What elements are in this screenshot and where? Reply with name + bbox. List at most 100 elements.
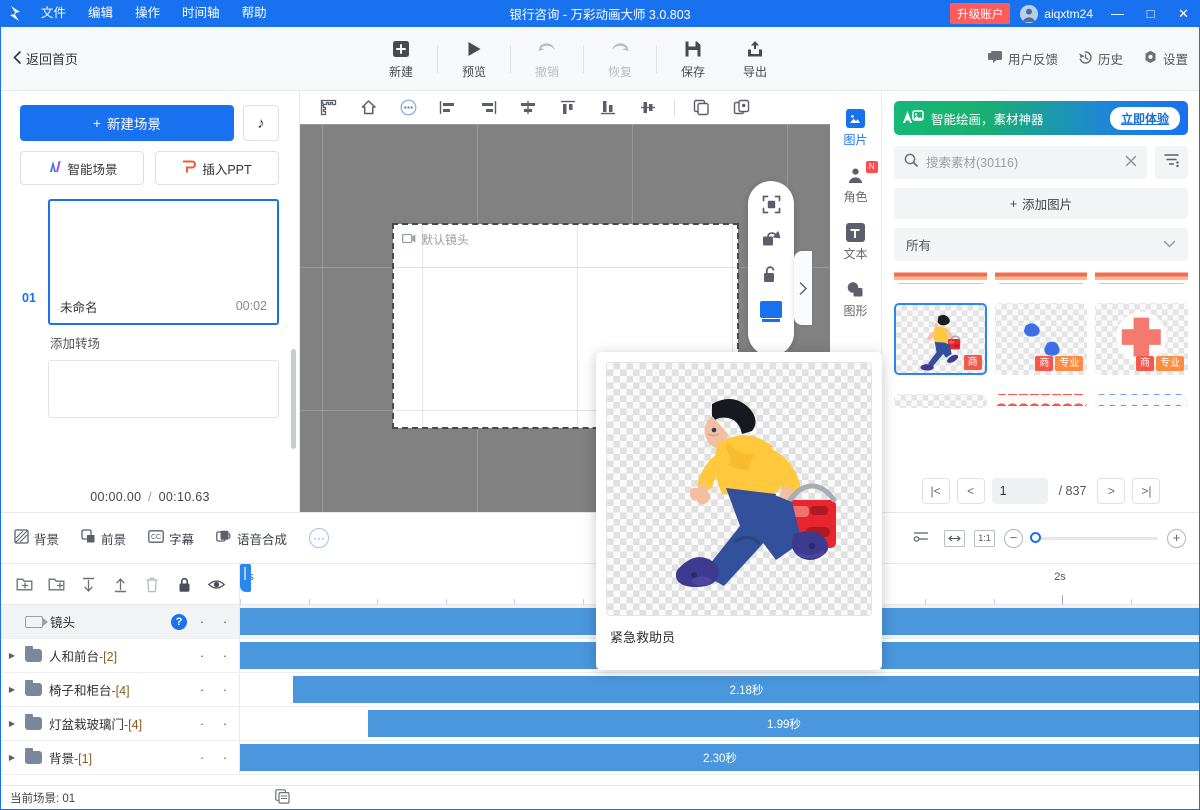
zoom-slider[interactable]: [1032, 537, 1158, 540]
align-left-icon[interactable]: [428, 94, 468, 122]
track-keyframe-dot[interactable]: ·: [194, 751, 210, 764]
subtitle-button[interactable]: CC 字幕: [148, 529, 194, 548]
undo-button[interactable]: 撤销: [516, 31, 578, 87]
asset-cell[interactable]: [1095, 394, 1188, 408]
color-swatch[interactable]: [760, 301, 782, 318]
close-button[interactable]: ✕: [1167, 0, 1200, 27]
add-image-button[interactable]: + 添加图片: [894, 188, 1188, 219]
keyframe-icon[interactable]: [912, 527, 930, 550]
track-row[interactable]: ▶椅子和柜台-[4]··2.18秒: [0, 673, 1200, 707]
tab-role[interactable]: N 角色: [843, 166, 867, 205]
panel-collapse-button[interactable]: [794, 251, 812, 325]
track-keyframe-dot[interactable]: ·: [194, 649, 210, 662]
scene-thumbnail-next[interactable]: [48, 360, 279, 418]
scene-list-scrollbar[interactable]: [291, 349, 296, 449]
track-row[interactable]: ▶背景-[1]··2.30秒: [0, 741, 1200, 775]
menu-operate[interactable]: 操作: [124, 0, 171, 27]
track-lane[interactable]: 2.18秒: [240, 673, 1200, 706]
user-feedback-button[interactable]: 用户反馈: [987, 49, 1058, 68]
ratio-1-1-button[interactable]: 1:1: [974, 530, 995, 547]
page-input[interactable]: 1: [992, 478, 1048, 504]
track-lane[interactable]: 1.99秒: [240, 707, 1200, 740]
tab-text[interactable]: 文本: [843, 223, 867, 262]
smart-scene-button[interactable]: 智能场景: [20, 151, 144, 185]
track-row[interactable]: ▶灯盆栽玻璃门-[4]··1.99秒: [0, 707, 1200, 741]
tab-shape[interactable]: 图形: [843, 280, 867, 319]
ruler-icon[interactable]: [308, 94, 348, 122]
avatar[interactable]: [1020, 5, 1038, 23]
save-button[interactable]: 保存: [662, 31, 724, 87]
track-lane[interactable]: 2.30秒: [240, 741, 1200, 774]
align-center-v-icon[interactable]: [628, 94, 668, 122]
help-icon[interactable]: ?: [171, 614, 187, 630]
track-option-dot[interactable]: ·: [217, 615, 233, 628]
new-scene-button[interactable]: + 新建场景: [20, 105, 234, 141]
asset-cell[interactable]: [1095, 269, 1188, 284]
ai-drawing-banner[interactable]: 智能绘画，素材神器 立即体验: [894, 101, 1188, 135]
home-icon[interactable]: [348, 94, 388, 122]
eye-icon[interactable]: [200, 572, 232, 598]
search-box[interactable]: [894, 146, 1147, 179]
menu-timeline[interactable]: 时间轴: [171, 0, 231, 27]
insert-ppt-button[interactable]: 插入PPT: [155, 151, 279, 185]
foreground-button[interactable]: 前景: [81, 529, 126, 548]
close-icon[interactable]: [1125, 154, 1137, 172]
track-expand-toggle[interactable]: ▶: [6, 719, 18, 728]
align-center-h-icon[interactable]: [508, 94, 548, 122]
upgrade-account-button[interactable]: 升级账户: [950, 3, 1010, 24]
add-before-icon[interactable]: [8, 572, 40, 598]
align-bottom-icon[interactable]: [588, 94, 628, 122]
unlock-icon[interactable]: [762, 265, 780, 284]
fit-screen-icon[interactable]: [762, 195, 781, 214]
asset-cell[interactable]: 商 专业: [1095, 303, 1188, 375]
minimize-button[interactable]: —: [1101, 0, 1134, 27]
menu-file[interactable]: 文件: [30, 0, 77, 27]
copy-icon[interactable]: [681, 94, 721, 122]
track-expand-toggle[interactable]: ▶: [6, 753, 18, 762]
move-down-icon[interactable]: [72, 572, 104, 598]
track-keyframe-dot[interactable]: ·: [194, 683, 210, 696]
asset-cell[interactable]: [995, 269, 1088, 284]
next-page-button[interactable]: >: [1097, 478, 1125, 504]
scene-thumbnail-01[interactable]: 01 未命名 00:02: [48, 199, 279, 325]
menu-help[interactable]: 帮助: [231, 0, 278, 27]
music-button[interactable]: ♪: [243, 105, 279, 141]
export-button[interactable]: 导出: [724, 31, 786, 87]
timeline-clip[interactable]: 2.18秒: [293, 676, 1200, 703]
tab-image[interactable]: 图片: [843, 109, 867, 148]
track-expand-toggle[interactable]: ▶: [6, 651, 18, 660]
maximize-button[interactable]: □: [1134, 0, 1167, 27]
align-top-icon[interactable]: [548, 94, 588, 122]
timeline-clip[interactable]: 2.30秒: [240, 744, 1200, 771]
delete-icon[interactable]: [136, 572, 168, 598]
more-icon[interactable]: ···: [309, 528, 329, 548]
category-select[interactable]: 所有: [894, 228, 1188, 261]
asset-cell[interactable]: [995, 394, 1088, 408]
tts-button[interactable]: 语音合成: [216, 529, 287, 548]
back-home-button[interactable]: 返回首页: [13, 49, 78, 68]
history-button[interactable]: 历史: [1078, 49, 1123, 68]
paste-icon[interactable]: [721, 94, 761, 122]
ai-banner-cta[interactable]: 立即体验: [1110, 107, 1180, 130]
track-option-dot[interactable]: ·: [217, 717, 233, 730]
track-option-dot[interactable]: ·: [217, 649, 233, 662]
search-input[interactable]: [926, 156, 1117, 170]
track-expand-toggle[interactable]: ▶: [6, 685, 18, 694]
align-right-icon[interactable]: [468, 94, 508, 122]
menu-edit[interactable]: 编辑: [77, 0, 124, 27]
background-button[interactable]: 背景: [14, 529, 59, 548]
more-circle-icon[interactable]: [388, 94, 428, 122]
playhead[interactable]: [240, 564, 251, 592]
rotate-icon[interactable]: [762, 231, 781, 248]
track-option-dot[interactable]: ·: [217, 683, 233, 696]
timeline-clip[interactable]: 1.99秒: [368, 710, 1200, 737]
preview-button[interactable]: 预览: [443, 31, 505, 87]
track-keyframe-dot[interactable]: ·: [194, 717, 210, 730]
add-transition-button[interactable]: 添加转场: [50, 333, 299, 352]
track-keyframe-dot[interactable]: ·: [194, 615, 210, 628]
prev-page-button[interactable]: <: [957, 478, 985, 504]
redo-button[interactable]: 恢复: [589, 31, 651, 87]
last-page-button[interactable]: >|: [1132, 478, 1160, 504]
new-button[interactable]: 新建: [370, 31, 432, 87]
asset-cell[interactable]: 商 专业: [995, 303, 1088, 375]
